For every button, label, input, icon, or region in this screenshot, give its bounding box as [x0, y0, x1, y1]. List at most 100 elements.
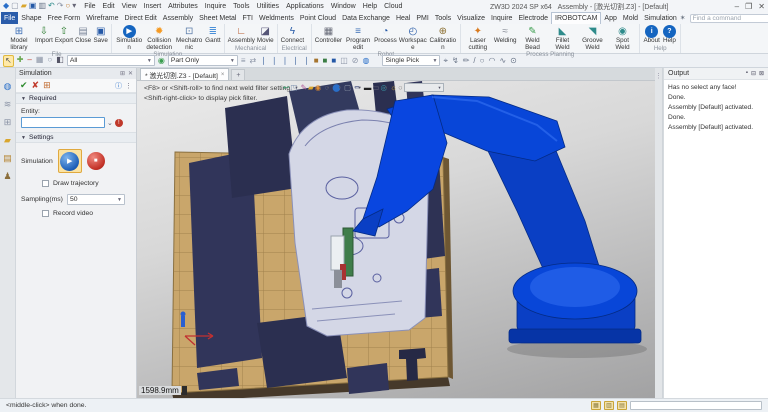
- ribbon-button[interactable]: ⊡Mechatronic: [174, 24, 204, 51]
- panel-dock-icon[interactable]: ⊞: [120, 70, 125, 77]
- circle-ref-icon[interactable]: ○: [398, 84, 403, 92]
- output-log[interactable]: Has no select any face!Done.Assembly [De…: [664, 80, 768, 398]
- find-command-box[interactable]: Find a command: [690, 14, 768, 23]
- ribbon-button[interactable]: ∟Assembly: [227, 24, 256, 45]
- output-close-icon[interactable]: ⊠: [759, 70, 764, 77]
- entity-input[interactable]: [21, 117, 105, 128]
- ribbon-button[interactable]: ϟConnect: [280, 24, 305, 45]
- favorites-icon[interactable]: ✶: [680, 14, 686, 22]
- panel-menu-icon[interactable]: ⋮: [125, 82, 132, 90]
- settings-section-header[interactable]: ▼ Settings: [16, 132, 136, 143]
- ribbon-button[interactable]: ◔Process: [373, 24, 398, 45]
- menu-item[interactable]: Attributes: [168, 3, 198, 10]
- ok-button[interactable]: ✔: [20, 80, 28, 91]
- ribbon-tab[interactable]: Assembly: [160, 12, 196, 24]
- menu-item[interactable]: Inquire: [205, 3, 226, 10]
- ribbon-button[interactable]: ◪Movie: [256, 24, 275, 45]
- ribbon-tab[interactable]: Point Cloud: [297, 12, 339, 24]
- sampling-combo[interactable]: 50▼: [67, 194, 125, 205]
- ribbon-button[interactable]: ⇧Export: [54, 24, 74, 45]
- menu-item[interactable]: View: [122, 3, 137, 10]
- black-display-icon[interactable]: ▬: [364, 84, 372, 92]
- none-filter-icon[interactable]: ⊘: [351, 56, 360, 66]
- ribbon-button[interactable]: ▤Close: [74, 24, 92, 45]
- ribbon-tab[interactable]: Heal: [393, 12, 413, 24]
- folder-manager-icon[interactable]: ▰: [4, 136, 11, 145]
- ribbon-tab[interactable]: Mold: [620, 12, 641, 24]
- face-filter-icon[interactable]: ❘: [281, 56, 290, 66]
- draw-trajectory-checkbox[interactable]: [42, 180, 49, 187]
- menu-item[interactable]: Edit: [103, 3, 115, 10]
- play-simulation-button[interactable]: ▶: [58, 149, 82, 173]
- menu-item[interactable]: Tools: [233, 3, 249, 10]
- restore-button[interactable]: ❐: [745, 2, 752, 11]
- user-manager-icon[interactable]: ♟: [3, 172, 11, 181]
- entity-filter-icon[interactable]: ⌄: [107, 119, 113, 127]
- pencil-icon[interactable]: ✎: [301, 84, 307, 92]
- wood-filter-icon[interactable]: ■: [313, 56, 320, 66]
- trim-tool-icon[interactable]: ↯: [451, 56, 460, 66]
- ribbon-tab[interactable]: Weldments: [256, 12, 297, 24]
- ribbon-tab[interactable]: Sheet Metal: [196, 12, 239, 24]
- ribbon-button[interactable]: ⊕Calibration: [428, 24, 458, 51]
- document-tab[interactable]: * 激光切割.Z3 - [Default] ×: [140, 68, 229, 80]
- ribbon-tab[interactable]: Electrode: [515, 12, 551, 24]
- viewport[interactable]: * 激光切割.Z3 - [Default] × +: [137, 68, 655, 398]
- ribbon-button[interactable]: iAbout: [642, 24, 660, 45]
- layer-manager-icon[interactable]: ▤: [3, 154, 12, 163]
- scene-sphere-icon[interactable]: ◉: [157, 56, 166, 66]
- ribbon-button[interactable]: ◉Spot Weld: [607, 24, 637, 51]
- ribbon-button[interactable]: ▣Save: [92, 24, 109, 45]
- menu-item[interactable]: Window: [331, 3, 356, 10]
- menu-item[interactable]: Cloud: [384, 3, 402, 10]
- open-file-icon[interactable]: ▰: [21, 2, 27, 10]
- filter-face-icon[interactable]: ▥: [604, 401, 614, 410]
- paint-select-icon[interactable]: ◧: [55, 55, 65, 67]
- ribbon-tab[interactable]: Shape: [18, 12, 44, 24]
- menu-item[interactable]: Help: [363, 3, 377, 10]
- info-filter-icon[interactable]: ◍: [362, 56, 371, 66]
- target-snap-icon[interactable]: ⌖: [442, 56, 449, 66]
- undo-icon[interactable]: ↶: [48, 2, 55, 10]
- ribbon-button[interactable]: ⇩Import: [34, 24, 54, 45]
- ribbon-button[interactable]: ◣Fillet Weld: [547, 24, 577, 51]
- apply-button[interactable]: ⊞: [43, 80, 51, 91]
- ribbon-button[interactable]: ▦Controller: [314, 24, 343, 45]
- menu-item[interactable]: Insert: [144, 3, 162, 10]
- vertex-filter-icon[interactable]: ❘: [291, 56, 300, 66]
- required-section-header[interactable]: ▼ Required: [16, 93, 136, 104]
- new-tab-button[interactable]: +: [231, 69, 245, 80]
- close-button[interactable]: ✕: [758, 2, 765, 11]
- qat-dropdown-icon[interactable]: ▾: [72, 2, 76, 10]
- csys-dropdown[interactable]: ▾: [404, 83, 444, 92]
- part-only-combo[interactable]: Part Only▼: [168, 55, 238, 66]
- filter-all-combo[interactable]: All▼: [67, 55, 155, 66]
- line-tool-icon[interactable]: /: [472, 56, 476, 66]
- ribbon-button[interactable]: ?Help: [661, 24, 678, 45]
- save-all-icon[interactable]: ▥: [38, 2, 46, 10]
- new-file-icon[interactable]: ▢: [11, 2, 19, 10]
- app-logo-icon[interactable]: ◆: [3, 2, 9, 10]
- info-icon[interactable]: ⓘ: [115, 81, 122, 91]
- panel-splitter[interactable]: ⋮: [655, 68, 663, 398]
- status-input[interactable]: [630, 401, 762, 410]
- datum-filter-icon[interactable]: ❘: [302, 56, 311, 66]
- wire-display-icon[interactable]: ▭: [372, 84, 379, 92]
- tab-close-icon[interactable]: ×: [221, 72, 225, 78]
- edge-filter-icon[interactable]: ❘: [259, 56, 268, 66]
- green-filter-icon[interactable]: ■: [322, 56, 329, 66]
- ribbon-tab[interactable]: Direct Edit: [121, 12, 159, 24]
- panel-close-icon[interactable]: ✕: [128, 70, 133, 77]
- filter-edge-icon[interactable]: ▤: [617, 401, 627, 410]
- pick-cursor-icon[interactable]: ↖: [3, 55, 14, 67]
- output-pin-icon[interactable]: ▪: [746, 70, 748, 77]
- ribbon-tab[interactable]: IROBOTCAM: [551, 12, 601, 24]
- ribbon-tab[interactable]: FTI: [239, 12, 256, 24]
- history-manager-icon[interactable]: ≋: [4, 100, 12, 109]
- sheet-filter-icon[interactable]: ◫: [339, 56, 349, 66]
- refresh-icon[interactable]: ○: [65, 2, 70, 10]
- lasso-select-icon[interactable]: ○: [46, 55, 53, 67]
- ribbon-button[interactable]: ◥Groove Weld: [577, 24, 607, 51]
- output-minimize-icon[interactable]: ⊟: [751, 70, 756, 77]
- ribbon-button[interactable]: ≡Program edit: [343, 24, 373, 51]
